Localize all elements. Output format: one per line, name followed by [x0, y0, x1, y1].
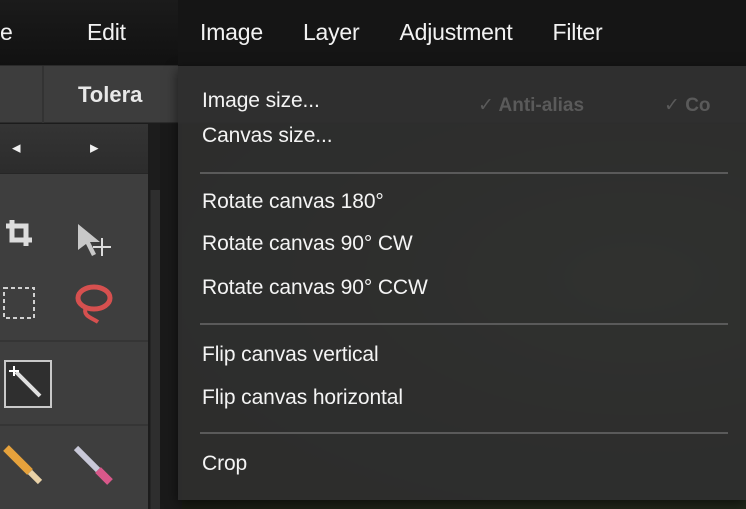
menu-separator: [200, 323, 728, 325]
image-menu-dropdown: ✓ Anti-alias ✓ Co Image size... Canvas s…: [178, 66, 746, 500]
menu-file[interactable]: e: [0, 19, 13, 46]
magic-wand-tool-icon[interactable]: [4, 360, 52, 408]
lasso-tool-icon[interactable]: [72, 282, 116, 326]
anti-alias-option[interactable]: ✓ Anti-alias: [478, 94, 584, 117]
options-divider: [42, 66, 44, 123]
menu-item-crop[interactable]: Crop: [202, 452, 247, 476]
tool-panel-header: ◂ ▸: [0, 124, 148, 174]
menu-image-active-region: Image Layer Adjustment Filter: [178, 0, 746, 66]
menu-adjustment[interactable]: Adjustment: [399, 19, 512, 46]
menu-item-rotate-90-cw[interactable]: Rotate canvas 90° CW: [202, 232, 413, 256]
menu-item-flip-horizontal[interactable]: Flip canvas horizontal: [202, 386, 403, 410]
menu-layer[interactable]: Layer: [303, 19, 360, 46]
menu-separator: [200, 432, 728, 434]
menu-edit[interactable]: Edit: [87, 19, 126, 46]
menu-bar: e Edit Image Layer Adjustment Filter: [0, 0, 746, 66]
contiguous-option[interactable]: ✓ Co: [664, 94, 711, 117]
pencil-tool-icon[interactable]: [0, 442, 44, 486]
crop-tool-icon[interactable]: [2, 216, 46, 260]
tool-separator: [0, 424, 148, 426]
menu-item-flip-vertical[interactable]: Flip canvas vertical: [202, 343, 379, 367]
panel-prev-arrow-icon[interactable]: ◂: [12, 138, 21, 158]
marquee-tool-icon[interactable]: [0, 282, 44, 326]
move-tool-icon[interactable]: [70, 216, 114, 260]
menu-item-rotate-180[interactable]: Rotate canvas 180°: [202, 190, 384, 214]
tool-panel: ◂ ▸: [0, 124, 148, 509]
tolerance-label: Tolera: [78, 82, 143, 107]
menu-item-image-size[interactable]: Image size...: [202, 89, 320, 113]
brush-tool-icon[interactable]: [70, 442, 114, 486]
menu-image[interactable]: Image: [200, 19, 263, 46]
menu-filter[interactable]: Filter: [553, 19, 603, 46]
menu-item-canvas-size[interactable]: Canvas size...: [202, 124, 333, 148]
menu-item-rotate-90-ccw[interactable]: Rotate canvas 90° CCW: [202, 276, 428, 300]
tool-separator: [0, 340, 148, 342]
tool-panel-scrollbar[interactable]: [150, 190, 160, 509]
panel-next-arrow-icon[interactable]: ▸: [90, 138, 99, 158]
menu-separator: [200, 172, 728, 174]
